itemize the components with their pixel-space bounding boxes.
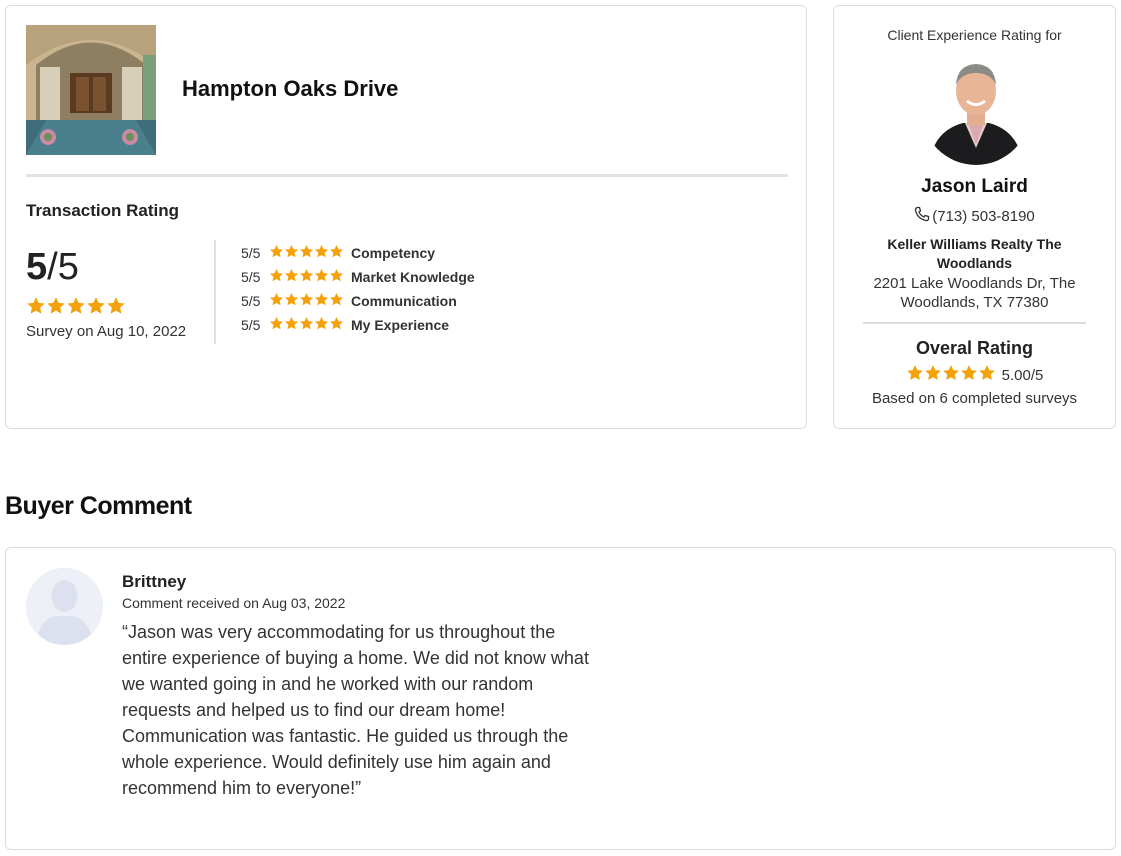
star-icon xyxy=(329,268,344,286)
star-icon xyxy=(299,268,314,286)
star-icon xyxy=(314,244,329,262)
card-divider xyxy=(26,174,788,177)
property-photo[interactable] xyxy=(26,25,156,155)
star-icon xyxy=(299,292,314,310)
agent-company: Keller Williams Realty The Woodlands xyxy=(887,236,1062,271)
criteria-score: 5/5 xyxy=(241,317,261,333)
criteria-stars xyxy=(269,316,344,334)
overall-rating-row: 5.00/5 xyxy=(834,364,1115,386)
comment-text: “Jason was very accommodating for us thr… xyxy=(122,622,589,798)
star-icon xyxy=(269,316,284,334)
star-icon xyxy=(46,296,66,321)
score-max: /5 xyxy=(47,246,79,288)
star-icon xyxy=(284,268,299,286)
comment-date: Comment received on Aug 03, 2022 xyxy=(122,595,346,611)
criteria-score: 5/5 xyxy=(241,269,261,285)
agent-name[interactable]: Jason Laird xyxy=(834,176,1115,198)
criteria-stars xyxy=(269,292,344,310)
star-icon xyxy=(314,292,329,310)
criteria-label: Communication xyxy=(351,293,457,309)
overall-basis: Based on 6 completed surveys xyxy=(871,390,1078,407)
star-icon xyxy=(299,244,314,262)
criteria-list: 5/5 Competency 5/5 Market Knowledge 5/5 … xyxy=(241,241,475,337)
overall-rating-heading: Overal Rating xyxy=(915,338,1034,358)
agent-card: Client Experience Rating for Jason Laird… xyxy=(833,5,1116,429)
star-icon xyxy=(924,364,942,386)
star-icon xyxy=(284,244,299,262)
comment-card: Brittney Comment received on Aug 03, 202… xyxy=(5,547,1116,850)
survey-date: Survey on Aug 10, 2022 xyxy=(26,323,187,340)
transaction-card: Hampton Oaks Drive Transaction Rating 5/… xyxy=(5,5,807,429)
transaction-stars xyxy=(26,296,126,321)
rating-separator xyxy=(214,240,216,344)
property-title[interactable]: Hampton Oaks Drive xyxy=(182,76,398,102)
star-icon xyxy=(86,296,106,321)
criteria-score: 5/5 xyxy=(241,293,261,309)
agent-photo[interactable] xyxy=(921,53,1031,165)
star-icon xyxy=(269,268,284,286)
star-icon xyxy=(26,296,46,321)
agent-divider xyxy=(863,322,1086,324)
overall-score: 5.00/5 xyxy=(1001,366,1044,384)
agent-phone[interactable]: (713) 503-8190 xyxy=(834,206,1115,226)
star-icon xyxy=(269,292,284,310)
criteria-row-market-knowledge: 5/5 Market Knowledge xyxy=(241,265,475,289)
star-icon xyxy=(284,292,299,310)
agent-address: 2201 Lake Woodlands Dr, The Woodlands, T… xyxy=(873,275,1076,311)
criteria-label: Market Knowledge xyxy=(351,269,475,285)
criteria-score: 5/5 xyxy=(241,245,261,261)
criteria-stars xyxy=(269,244,344,262)
phone-icon xyxy=(914,206,930,226)
agent-card-kicker: Client Experience Rating for xyxy=(887,27,1062,43)
commenter-name: Brittney xyxy=(122,572,187,591)
star-icon xyxy=(106,296,126,321)
criteria-label: Competency xyxy=(351,245,436,261)
star-icon xyxy=(960,364,978,386)
star-icon xyxy=(284,316,299,334)
person-silhouette-icon xyxy=(26,568,103,645)
star-icon xyxy=(978,364,996,386)
phone-number: (713) 503-8190 xyxy=(932,207,1035,225)
criteria-stars xyxy=(269,268,344,286)
transaction-rating-heading: Transaction Rating xyxy=(26,201,180,220)
criteria-label: My Experience xyxy=(351,317,450,333)
star-icon xyxy=(269,244,284,262)
buyer-comment-heading: Buyer Comment xyxy=(5,492,192,520)
star-icon xyxy=(329,244,344,262)
star-icon xyxy=(299,316,314,334)
transaction-score: 5/5 xyxy=(26,248,79,286)
criteria-row-competency: 5/5 Competency xyxy=(241,241,475,265)
score-value: 5 xyxy=(26,246,48,288)
star-icon xyxy=(314,268,329,286)
criteria-row-my-experience: 5/5 My Experience xyxy=(241,313,475,337)
star-icon xyxy=(329,316,344,334)
overall-stars xyxy=(906,364,996,386)
star-icon xyxy=(314,316,329,334)
criteria-row-communication: 5/5 Communication xyxy=(241,289,475,313)
star-icon xyxy=(329,292,344,310)
star-icon xyxy=(66,296,86,321)
star-icon xyxy=(906,364,924,386)
star-icon xyxy=(942,364,960,386)
